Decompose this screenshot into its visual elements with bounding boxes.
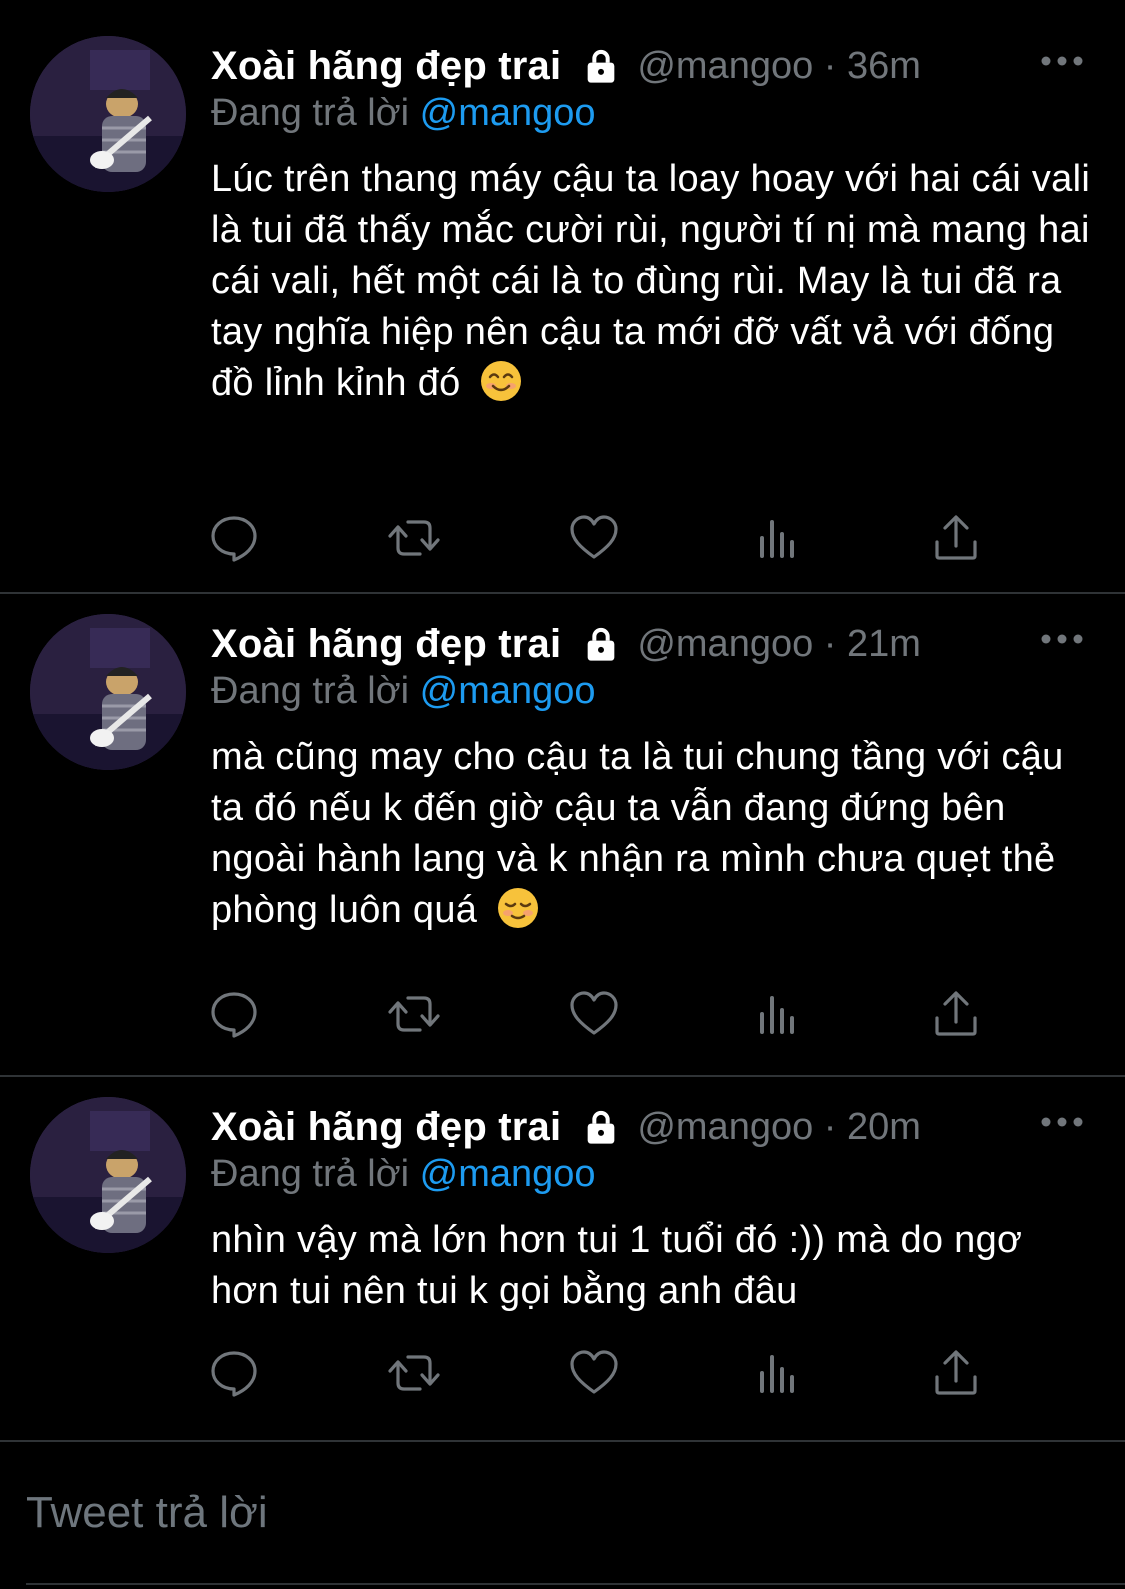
more-icon[interactable] bbox=[1040, 55, 1084, 67]
share-icon bbox=[935, 515, 977, 560]
tweet[interactable]: Xoài hãng đẹp trai @mangoo · 21m Đang tr… bbox=[0, 578, 1125, 1063]
tweet-text-content: Lúc trên thang máy cậu ta loay hoay với … bbox=[211, 158, 1091, 404]
analytics-icon bbox=[760, 520, 794, 558]
views-button[interactable] bbox=[748, 1345, 804, 1401]
handle-and-timestamp: @mangoo · 20m bbox=[637, 1105, 921, 1148]
like-button[interactable] bbox=[566, 510, 622, 566]
tweet[interactable]: Xoài hãng đẹp trai @mangoo · 36m Đang tr… bbox=[0, 0, 1125, 585]
views-button[interactable] bbox=[748, 986, 804, 1042]
mention-link[interactable]: @mangoo bbox=[420, 1153, 596, 1195]
display-name[interactable]: Xoài hãng đẹp trai bbox=[211, 622, 561, 667]
share-button[interactable] bbox=[928, 510, 984, 566]
replying-to: Đang trả lời @mangoo bbox=[211, 670, 596, 713]
lock-icon bbox=[587, 627, 615, 661]
share-button[interactable] bbox=[928, 986, 984, 1042]
replying-to-label: Đang trả lời bbox=[211, 670, 410, 712]
relieved-face-icon bbox=[498, 888, 539, 928]
retweet-icon bbox=[388, 1355, 440, 1391]
replying-to-label: Đang trả lời bbox=[211, 92, 410, 134]
handle-and-timestamp: @mangoo · 21m bbox=[637, 622, 921, 665]
retweet-icon bbox=[388, 520, 440, 556]
display-name[interactable]: Xoài hãng đẹp trai bbox=[211, 44, 561, 89]
mention-link[interactable]: @mangoo bbox=[420, 670, 596, 712]
more-icon[interactable] bbox=[1040, 633, 1084, 645]
tweet-text: mà cũng may cho cậu ta là tui chung tầng… bbox=[211, 732, 1091, 936]
retweet-button[interactable] bbox=[386, 1345, 442, 1401]
retweet-button[interactable] bbox=[386, 510, 442, 566]
like-button[interactable] bbox=[566, 1345, 622, 1401]
tweet-text-content: nhìn vậy mà lớn hơn tui 1 tuổi đó :)) mà… bbox=[211, 1219, 1023, 1312]
avatar[interactable] bbox=[30, 36, 186, 192]
analytics-icon bbox=[760, 996, 794, 1034]
heart-icon bbox=[570, 1350, 618, 1394]
reply-icon bbox=[211, 992, 257, 1038]
share-icon bbox=[935, 991, 977, 1036]
reply-composer-input[interactable]: Tweet trả lời bbox=[26, 1488, 268, 1538]
tweet-text: nhìn vậy mà lớn hơn tui 1 tuổi đó :)) mà… bbox=[211, 1215, 1091, 1317]
analytics-icon bbox=[760, 1355, 794, 1393]
share-button[interactable] bbox=[928, 1345, 984, 1401]
heart-icon bbox=[570, 991, 618, 1035]
composer-underline bbox=[26, 1583, 1125, 1585]
lock-icon bbox=[587, 1110, 615, 1144]
share-icon bbox=[935, 1350, 977, 1395]
replying-to: Đang trả lời @mangoo bbox=[211, 92, 596, 135]
replying-to: Đang trả lời @mangoo bbox=[211, 1153, 596, 1196]
heart-icon bbox=[570, 515, 618, 559]
mention-link[interactable]: @mangoo bbox=[420, 92, 596, 134]
smiling-face-icon bbox=[481, 361, 522, 401]
retweet-button[interactable] bbox=[386, 986, 442, 1042]
divider bbox=[0, 1440, 1125, 1442]
reply-icon bbox=[211, 516, 257, 562]
reply-button[interactable] bbox=[206, 510, 262, 566]
views-button[interactable] bbox=[748, 510, 804, 566]
tweet-actions bbox=[0, 986, 1125, 1046]
replying-to-label: Đang trả lời bbox=[211, 1153, 410, 1195]
more-icon[interactable] bbox=[1040, 1116, 1084, 1128]
tweet-text-content: mà cũng may cho cậu ta là tui chung tầng… bbox=[211, 736, 1064, 931]
reply-icon bbox=[211, 1351, 257, 1397]
tweet-text: Lúc trên thang máy cậu ta loay hoay với … bbox=[211, 154, 1091, 409]
retweet-icon bbox=[388, 996, 440, 1032]
display-name[interactable]: Xoài hãng đẹp trai bbox=[211, 1105, 561, 1150]
tweet-actions bbox=[0, 510, 1125, 570]
handle-and-timestamp: @mangoo · 36m bbox=[637, 44, 921, 87]
reply-button[interactable] bbox=[206, 1345, 262, 1401]
avatar[interactable] bbox=[30, 1097, 186, 1253]
tweet[interactable]: Xoài hãng đẹp trai @mangoo · 20m Đang tr… bbox=[0, 1061, 1125, 1441]
avatar[interactable] bbox=[30, 614, 186, 770]
reply-button[interactable] bbox=[206, 986, 262, 1042]
lock-icon bbox=[587, 49, 615, 83]
tweet-actions bbox=[0, 1345, 1125, 1405]
like-button[interactable] bbox=[566, 986, 622, 1042]
